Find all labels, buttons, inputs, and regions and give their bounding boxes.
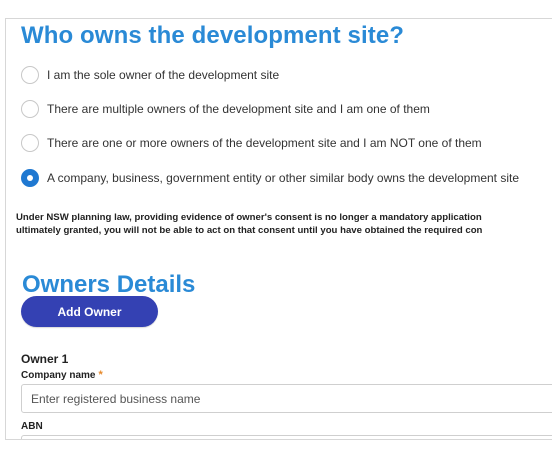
company-name-label: Company name * [21, 369, 103, 381]
notice-line: Under NSW planning law, providing eviden… [16, 212, 482, 223]
radio-button[interactable] [21, 134, 39, 152]
ownership-option-company[interactable]: A company, business, government entity o… [21, 169, 519, 187]
page-title: Who owns the development site? [21, 22, 405, 49]
ownership-option-label: A company, business, government entity o… [47, 171, 520, 185]
owner-heading: Owner 1 [21, 352, 69, 366]
ownership-option-not-owner[interactable]: There are one or more owners of the deve… [21, 134, 482, 152]
ownership-option-label: There are one or more owners of the deve… [47, 136, 482, 150]
required-star-icon: * [98, 369, 103, 381]
form-panel: Who owns the development site? I am the … [5, 18, 552, 440]
notice-line: ultimately granted, you will not be able… [16, 225, 483, 236]
company-name-input[interactable] [21, 384, 552, 413]
owners-details-heading: Owners Details [22, 271, 196, 298]
abn-input[interactable] [21, 435, 552, 439]
ownership-option-label: I am the sole owner of the development s… [47, 68, 280, 82]
ownership-option-sole-owner[interactable]: I am the sole owner of the development s… [21, 66, 279, 84]
radio-button[interactable] [21, 100, 39, 118]
radio-button-selected[interactable] [21, 169, 39, 187]
radio-button[interactable] [21, 66, 39, 84]
company-name-label-text: Company name [21, 369, 96, 381]
abn-label: ABN [21, 421, 43, 432]
ownership-option-label: There are multiple owners of the develop… [47, 102, 430, 116]
radio-dot-icon [27, 175, 33, 181]
ownership-option-multiple-owners[interactable]: There are multiple owners of the develop… [21, 100, 430, 118]
owner-consent-notice: Under NSW planning law, providing eviden… [16, 211, 482, 237]
add-owner-button[interactable]: Add Owner [21, 296, 158, 327]
